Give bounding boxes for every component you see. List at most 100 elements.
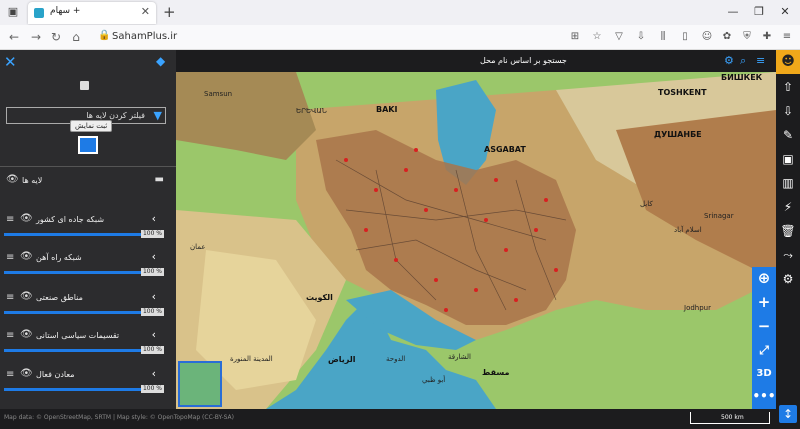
restore-icon[interactable]: ❐ [748,3,770,21]
eye-icon[interactable]: 👁 [6,174,19,185]
eye-icon[interactable]: 👁 [20,291,33,302]
opacity-slider[interactable] [4,271,162,274]
layer-row[interactable]: ≡ 👁 شبکه جاده ای کشور ‹ 100 % [0,206,168,242]
url-text: SahamPlus.ir [112,31,178,42]
search-icon[interactable]: ⌕ [740,54,746,68]
chevron-left-icon[interactable]: ‹ [152,328,156,341]
new-tab-button[interactable]: + [163,3,176,21]
more-icon[interactable]: ••• [752,385,776,407]
map-search-input[interactable]: جستجو بر اساس نام محل [480,56,567,65]
download-icon[interactable]: ⇩ [779,102,797,120]
gear-icon[interactable]: ⚙ [724,54,734,67]
layers-icon[interactable]: ◆ [156,54,165,68]
fullscreen-icon[interactable]: ⤢ [752,339,776,361]
tab-title: سهام + [50,6,81,16]
tab-favicon-icon [34,8,44,18]
opacity-slider[interactable] [4,388,162,391]
opacity-value: 100 % [140,385,164,393]
folder-icon[interactable]: ▬ [155,174,164,185]
download-icon[interactable]: ⇩ [634,30,648,44]
minimize-icon[interactable]: — [722,3,744,21]
save-icon[interactable]: ▣ [779,150,797,168]
map-label: المدينة المنورة [230,355,273,363]
divider [0,166,176,167]
account-icon[interactable]: ☺ [700,30,714,44]
map-label: Srinagar [704,212,734,220]
tab-close-button[interactable]: ✕ [141,5,150,18]
eye-icon[interactable]: 👁 [20,368,33,379]
home-icon[interactable]: ⌂ [68,29,84,45]
right-toolbar: ☻ ⇧ ⇩ ✎ ▣ ▥ ⚡ 🗑 ⤳ ⚙ ↕ [776,50,800,429]
add-layer-button[interactable] [78,136,98,154]
back-icon[interactable]: ← [6,29,22,45]
zoom-in-button[interactable]: + [752,291,776,313]
chevron-left-icon[interactable]: ‹ [152,367,156,380]
opacity-slider[interactable] [4,233,162,236]
menu-icon[interactable]: ≡ [780,30,794,44]
drag-handle-icon[interactable]: ≡ [6,369,14,380]
calendar-icon[interactable] [80,81,89,90]
sidebar-icon[interactable]: ▯ [678,30,692,44]
eye-icon[interactable]: 👁 [20,251,33,262]
ruler-icon[interactable]: ✎ [779,126,797,144]
map-book-icon[interactable]: ▥ [779,174,797,192]
close-icon[interactable]: ✕ [4,53,17,71]
url-bar[interactable]: 🔒 SahamPlus.ir [96,28,568,47]
library-icon[interactable]: ⫼ [656,30,670,44]
locate-icon[interactable]: ⊕ [752,267,776,289]
shield-icon[interactable]: ⛨ [740,30,754,44]
upload-icon[interactable]: ⇧ [779,78,797,96]
drag-handle-icon[interactable]: ≡ [6,330,14,341]
scale-text: 500 km [721,414,744,421]
plug-icon[interactable]: ⚡ [779,198,797,216]
layer-row[interactable]: ≡ 👁 تقسیمات سیاسی استانی ‹ 100 % [0,322,168,358]
layer-name: شبکه راه آهن [36,253,82,262]
map-label: БИШКЕК [721,73,763,82]
extension-icon[interactable]: ✿ [720,30,734,44]
tooltip: ثبت نمایش [70,120,113,132]
map-view[interactable]: جستجو بر اساس نام محل ⚙ ⌕ ≡ BAKI ASGABAT… [176,50,776,409]
menu-icon[interactable]: ≡ [756,54,765,67]
route-icon[interactable]: ⤳ [779,246,797,264]
zoom-controls: ⊕ + − ⤢ 3D ••• [752,267,776,409]
layer-row[interactable]: ≡ 👁 شبکه راه آهن ‹ 100 % [0,244,168,280]
eye-icon[interactable]: 👁 [20,213,33,224]
trash-icon[interactable]: 🗑 [779,222,797,240]
layer-row[interactable]: ≡ 👁 معادن فعال ‹ 100 % [0,361,168,397]
bookmark-icon[interactable]: ☆ [590,30,604,44]
eye-icon[interactable]: 👁 [20,329,33,340]
reload-icon[interactable]: ↻ [48,29,64,45]
screenshot-icon[interactable]: ⊞ [568,30,582,44]
browser-tab[interactable]: سهام + ✕ [28,2,156,24]
chevron-left-icon[interactable]: ‹ [152,290,156,303]
filter-icon[interactable]: ▼ [154,109,162,122]
drag-handle-icon[interactable]: ≡ [6,292,14,303]
map-label: الكويت [306,293,333,302]
map-label: الشارقة [448,353,471,361]
settings-icon[interactable]: ⚙ [779,270,797,288]
opacity-slider[interactable] [4,349,162,352]
layers-panel: ✕ ◆ فیلتر کردن لایه ها ▼ ثبت نمایش 👁 لای… [0,50,176,409]
pocket-icon[interactable]: ▽ [612,30,626,44]
zoom-out-button[interactable]: − [752,315,776,337]
forward-icon[interactable]: → [28,29,44,45]
drag-handle-icon[interactable]: ≡ [6,252,14,263]
layer-row[interactable]: ≡ 👁 مناطق صنعتی ‹ 100 % [0,284,168,320]
map-footer: Map data: © OpenStreetMap, SRTM | Map st… [0,409,776,429]
map-label: TOSHKENT [658,88,707,97]
chevron-left-icon[interactable]: ‹ [152,212,156,225]
close-window-icon[interactable]: ✕ [774,3,796,21]
map-search-bar: جستجو بر اساس نام محل ⚙ ⌕ ≡ [176,50,776,72]
map-label: عمان [190,243,206,251]
puzzle-icon[interactable]: ✚ [760,30,774,44]
chevron-left-icon[interactable]: ‹ [152,250,156,263]
tab-list-icon[interactable]: ▣ [6,5,20,19]
scroll-down-icon[interactable]: ↕ [779,405,797,423]
map-label: Jodhpur [684,304,711,312]
overview-minimap[interactable] [178,361,222,407]
drag-handle-icon[interactable]: ≡ [6,214,14,225]
user-icon[interactable]: ☻ [776,50,800,74]
opacity-value: 100 % [140,230,164,238]
3d-button[interactable]: 3D [752,363,776,385]
opacity-slider[interactable] [4,311,162,314]
